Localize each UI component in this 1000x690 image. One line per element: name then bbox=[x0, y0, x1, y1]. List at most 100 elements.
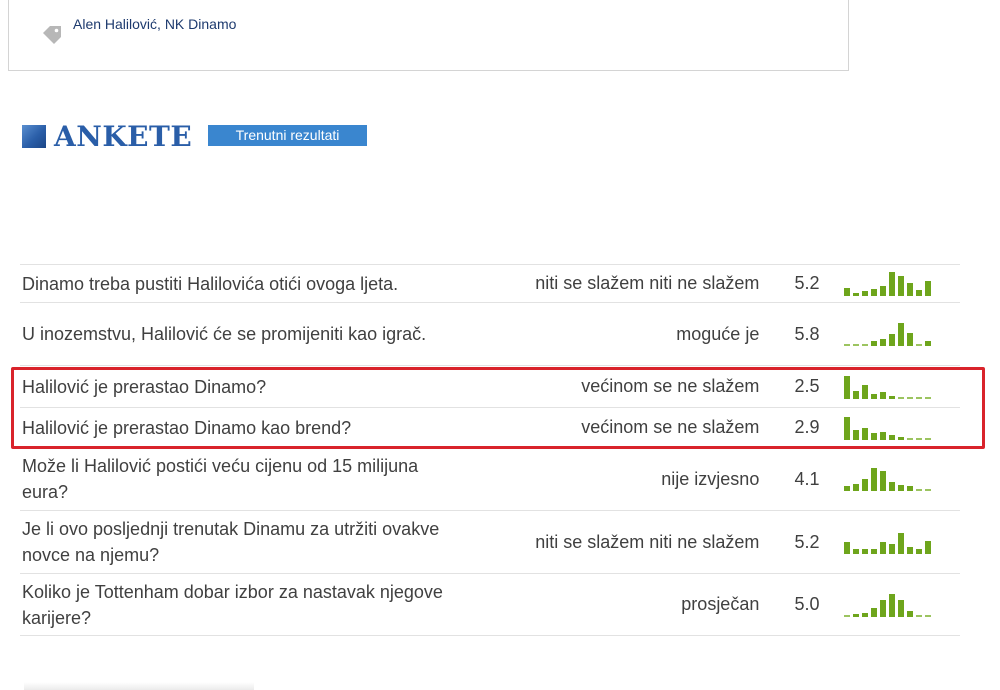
distribution-bar bbox=[852, 429, 859, 440]
poll-score: 5.2 bbox=[759, 264, 820, 303]
distribution-bar bbox=[870, 393, 877, 399]
distribution-bar bbox=[852, 292, 859, 296]
poll-row[interactable]: U inozemstvu, Halilović će se promijenit… bbox=[20, 302, 960, 366]
poll-question: Halilović je prerastao Dinamo? bbox=[20, 365, 464, 408]
poll-row[interactable]: Halilović je prerastao Dinamo kao brend?… bbox=[20, 407, 960, 448]
distribution-bar bbox=[861, 344, 868, 346]
poll-row[interactable]: Halilović je prerastao Dinamo? većinom s… bbox=[20, 365, 960, 408]
next-section-peek bbox=[24, 682, 254, 690]
tag-link[interactable]: Alen Halilović, NK Dinamo bbox=[73, 16, 236, 32]
distribution-bar bbox=[879, 339, 886, 346]
distribution-bar bbox=[888, 544, 895, 554]
distribution-bar bbox=[870, 549, 877, 554]
distribution-bar bbox=[906, 486, 913, 491]
distribution-bar bbox=[870, 341, 877, 346]
poll-row[interactable]: Dinamo treba pustiti Halilovića otići ov… bbox=[20, 264, 960, 303]
poll-score: 4.1 bbox=[759, 447, 820, 511]
distribution-bar bbox=[888, 593, 895, 617]
poll-row[interactable]: Je li ovo posljednji trenutak Dinamu za … bbox=[20, 510, 960, 574]
distribution-bar bbox=[915, 396, 922, 399]
distribution-bar bbox=[843, 542, 850, 554]
distribution-bar bbox=[843, 344, 850, 346]
distribution-bar bbox=[843, 375, 850, 399]
poll-score: 5.2 bbox=[759, 510, 820, 574]
distribution-bar bbox=[924, 280, 931, 296]
distribution-bar bbox=[852, 344, 859, 346]
distribution-bar bbox=[879, 285, 886, 296]
poll-answer: većinom se ne slažem bbox=[463, 365, 760, 408]
distribution-bar bbox=[888, 271, 895, 296]
distribution-bar bbox=[861, 290, 868, 296]
distribution-bar bbox=[888, 395, 895, 399]
distribution-bar bbox=[879, 542, 886, 554]
poll-answer: nije izvjesno bbox=[463, 447, 760, 511]
distribution-bar bbox=[852, 549, 859, 554]
tag-icon bbox=[43, 26, 61, 44]
poll-answer: niti se slažem niti ne slažem bbox=[463, 264, 760, 303]
section-square-icon bbox=[22, 125, 46, 148]
distribution-bars bbox=[843, 375, 960, 399]
distribution-bar bbox=[906, 547, 913, 554]
distribution-bar bbox=[915, 344, 922, 346]
distribution-bar bbox=[924, 437, 931, 440]
poll-answer: prosječan bbox=[463, 573, 760, 636]
distribution-bars bbox=[843, 416, 960, 440]
distribution-bar bbox=[924, 341, 931, 346]
distribution-bar bbox=[906, 333, 913, 346]
current-results-button[interactable]: Trenutni rezultati bbox=[208, 125, 367, 146]
poll-row[interactable]: Može li Halilović postići veću cijenu od… bbox=[20, 447, 960, 511]
section-title: ANKETE bbox=[54, 120, 193, 153]
poll-question: Halilović je prerastao Dinamo kao brend? bbox=[20, 407, 464, 448]
distribution-bar bbox=[906, 437, 913, 440]
distribution-bar bbox=[870, 288, 877, 296]
distribution-bar bbox=[843, 486, 850, 491]
poll-answer: većinom se ne slažem bbox=[463, 407, 760, 448]
distribution-bar bbox=[906, 396, 913, 399]
distribution-bar bbox=[897, 436, 904, 440]
poll-results-table: Dinamo treba pustiti Halilovića otići ov… bbox=[20, 264, 960, 636]
poll-question: Može li Halilović postići veću cijenu od… bbox=[20, 447, 464, 511]
distribution-bars bbox=[843, 322, 960, 346]
poll-question: Je li ovo posljednji trenutak Dinamu za … bbox=[20, 510, 464, 574]
poll-answer: moguće je bbox=[463, 302, 760, 366]
distribution-bar bbox=[897, 485, 904, 491]
distribution-bar bbox=[924, 489, 931, 491]
distribution-bar bbox=[888, 482, 895, 491]
tags-box: Alen Halilović, NK Dinamo bbox=[8, 0, 849, 71]
distribution-bars bbox=[843, 467, 960, 491]
distribution-bars bbox=[843, 530, 960, 554]
distribution-bar bbox=[861, 549, 868, 554]
distribution-bar bbox=[924, 396, 931, 399]
distribution-bar bbox=[915, 489, 922, 491]
poll-answer: niti se slažem niti ne slažem bbox=[463, 510, 760, 574]
distribution-bar bbox=[906, 282, 913, 296]
distribution-bars bbox=[843, 271, 960, 296]
poll-score: 2.5 bbox=[759, 365, 820, 408]
distribution-bar bbox=[852, 484, 859, 491]
distribution-bar bbox=[915, 614, 922, 617]
distribution-bar bbox=[879, 431, 886, 440]
distribution-bar bbox=[870, 468, 877, 491]
poll-score: 5.0 bbox=[759, 573, 820, 636]
distribution-bar bbox=[879, 471, 886, 491]
distribution-bar bbox=[897, 323, 904, 346]
distribution-bar bbox=[843, 416, 850, 440]
distribution-bar bbox=[879, 599, 886, 617]
distribution-bar bbox=[915, 549, 922, 554]
distribution-bar bbox=[843, 614, 850, 617]
poll-row[interactable]: Koliko je Tottenham dobar izbor za nasta… bbox=[20, 573, 960, 636]
distribution-bar bbox=[861, 479, 868, 491]
distribution-bar bbox=[861, 427, 868, 440]
poll-question: Koliko je Tottenham dobar izbor za nasta… bbox=[20, 573, 464, 636]
poll-score: 2.9 bbox=[759, 407, 820, 448]
distribution-bar bbox=[906, 610, 913, 617]
distribution-bar bbox=[915, 289, 922, 296]
poll-question: Dinamo treba pustiti Halilovića otići ov… bbox=[20, 264, 464, 303]
distribution-bar bbox=[888, 434, 895, 440]
distribution-bar bbox=[897, 599, 904, 617]
poll-score: 5.8 bbox=[759, 302, 820, 366]
distribution-bar bbox=[888, 334, 895, 346]
distribution-bar bbox=[861, 612, 868, 617]
distribution-bar bbox=[897, 533, 904, 554]
distribution-bar bbox=[924, 541, 931, 554]
